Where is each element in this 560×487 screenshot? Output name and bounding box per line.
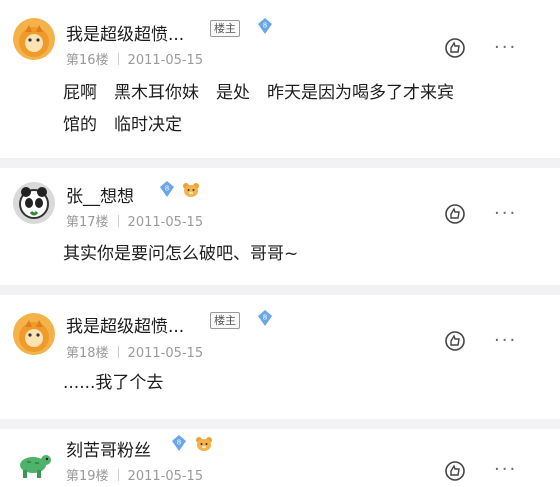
avatar[interactable] [13,313,55,355]
post-meta: 第16楼 2011-05-15 [66,49,203,68]
more-dots-icon[interactable]: ··· [494,203,517,224]
svg-text:8: 8 [263,314,267,322]
post-content: ......我了个去 [63,367,163,399]
username[interactable]: 刻苦哥粉丝 [66,436,151,461]
svg-text:8: 8 [263,22,267,30]
floor-number: 第16楼 [66,53,109,68]
post-meta: 第18楼 2011-05-15 [66,342,203,361]
post-floor-19: 刻苦哥粉丝 8 第19楼 2011-05-15 ··· [0,429,560,487]
post-separator [0,285,560,295]
post-content: 屁啊 黑木耳你妹 是处 昨天是因为喝多了才来宾 馆的 临时决定 [63,77,454,141]
content-line: 馆的 临时决定 [63,115,182,135]
divider [117,346,119,358]
post-separator [0,158,560,168]
post-separator [0,419,560,429]
post-floor-16: 我是超级超愤... 楼主 8 第16楼 2011-05-15 ··· 屁啊 黑木耳… [0,0,560,160]
svg-text:8: 8 [177,439,181,447]
username[interactable]: 我是超级超愤... [66,312,184,337]
thumb-up-icon[interactable] [443,330,467,352]
post-meta: 第17楼 2011-05-15 [66,211,203,230]
bear-face-icon [183,183,199,197]
content-line: 屁啊 黑木耳你妹 是处 昨天是因为喝多了才来宾 [63,83,454,103]
floor-number: 第17楼 [66,215,109,230]
diamond-level-icon: 8 [160,181,174,197]
floor-number: 第18楼 [66,346,109,361]
bear-face-icon [196,437,212,451]
divider [117,469,119,481]
post-meta: 第19楼 2011-05-15 [66,465,203,484]
post-floor-17: 张__想想 8 第17楼 2011-05-15 ··· 其实你是要问怎么破吧、哥哥… [0,168,560,288]
post-date: 2011-05-15 [127,469,204,484]
post-thread: 我是超级超愤... 楼主 8 第16楼 2011-05-15 ··· 屁啊 黑木耳… [0,0,560,487]
post-date: 2011-05-15 [127,346,204,361]
more-dots-icon[interactable]: ··· [494,37,517,58]
content-line: 其实你是要问怎么破吧、哥哥~ [63,244,299,264]
post-content: 其实你是要问怎么破吧、哥哥~ [63,238,298,270]
divider [117,215,119,227]
avatar[interactable] [13,18,55,60]
post-floor-18: 我是超级超愤... 楼主 8 第18楼 2011-05-15 ··· ......… [0,295,560,420]
diamond-level-icon: 8 [258,310,272,326]
content-line: ......我了个去 [63,373,164,393]
svg-text:8: 8 [165,185,169,193]
more-dots-icon[interactable]: ··· [494,330,517,351]
divider [117,53,119,65]
thumb-up-icon[interactable] [443,460,467,482]
username[interactable]: 我是超级超愤... [66,20,184,45]
avatar[interactable] [13,182,55,224]
username[interactable]: 张__想想 [66,182,134,207]
post-date: 2011-05-15 [127,215,204,230]
diamond-level-icon: 8 [172,435,186,451]
thumb-up-icon[interactable] [443,37,467,59]
avatar[interactable] [13,443,55,485]
floor-number: 第19楼 [66,469,109,484]
more-dots-icon[interactable]: ··· [494,459,517,480]
thumb-up-icon[interactable] [443,203,467,225]
post-date: 2011-05-15 [127,53,204,68]
host-badge: 楼主 [210,312,240,329]
host-badge: 楼主 [210,20,240,37]
diamond-level-icon: 8 [258,18,272,34]
